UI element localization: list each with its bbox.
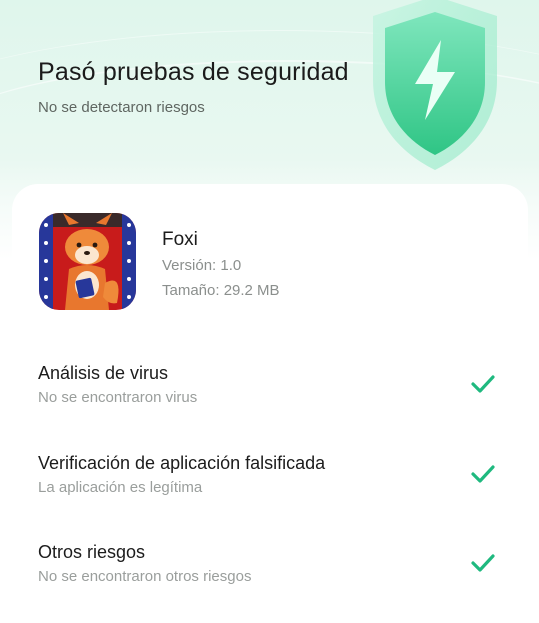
virus-scan-row: Análisis de virus No se encontraron viru…	[38, 363, 508, 411]
row-subtitle: No se encontraron virus	[38, 389, 198, 406]
check-icon	[471, 465, 495, 483]
fox-app-icon	[39, 213, 136, 310]
shield-lightning-icon	[355, 0, 515, 178]
row-subtitle: La aplicación es legítima	[38, 479, 203, 496]
row-title: Análisis de virus	[38, 363, 169, 383]
other-risks-row: Otros riesgos No se encontraron otros ri…	[38, 542, 508, 590]
page-title: Pasó pruebas de seguridad	[38, 58, 349, 86]
check-icon	[471, 554, 495, 572]
app-name: Foxi	[162, 229, 198, 250]
row-title: Otros riesgos	[38, 542, 146, 562]
app-size: Tamaño: 29.2 MB	[162, 282, 280, 299]
check-icon	[471, 375, 495, 393]
security-result-page: Pasó pruebas de seguridad No se detectar…	[0, 0, 539, 623]
row-subtitle: No se encontraron otros riesgos	[38, 568, 252, 585]
app-version: Versión: 1.0	[162, 257, 242, 274]
row-title: Verificación de aplicación falsificada	[38, 453, 326, 473]
fake-app-check-row: Verificación de aplicación falsificada L…	[38, 453, 508, 501]
page-subtitle: No se detectaron riesgos	[38, 99, 205, 116]
